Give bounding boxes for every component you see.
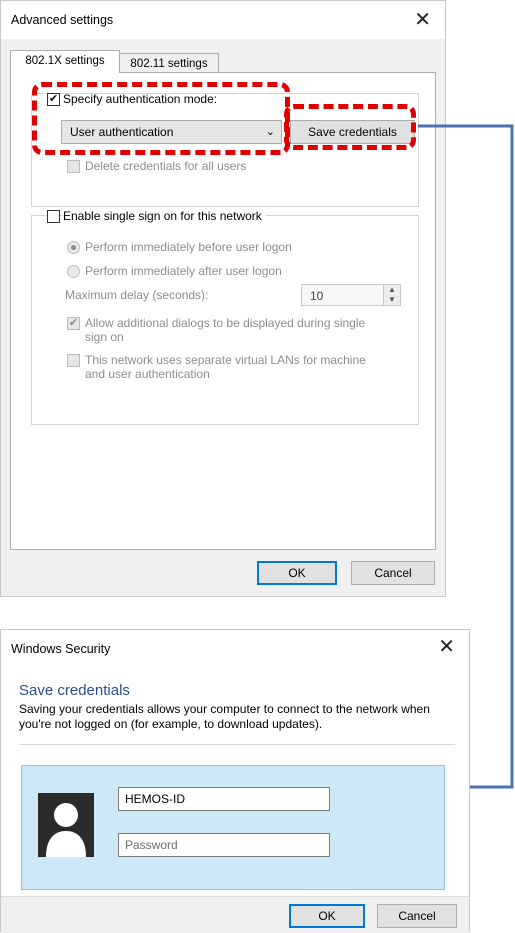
ok-button[interactable]: OK (289, 904, 365, 928)
titlebar: Windows Security ✕ (1, 630, 469, 664)
user-avatar-icon (38, 793, 94, 857)
save-credentials-heading: Save credentials (19, 682, 130, 699)
cancel-label: Cancel (398, 909, 436, 923)
ok-label: OK (318, 909, 336, 923)
password-field[interactable]: Password (118, 833, 330, 857)
close-icon[interactable]: ✕ (438, 634, 455, 659)
password-placeholder: Password (125, 838, 178, 852)
cancel-button[interactable]: Cancel (377, 904, 457, 928)
credentials-panel: HEMOS-ID Password (21, 765, 445, 890)
description-text: Saving your credentials allows your comp… (19, 702, 430, 731)
dialog-title: Windows Security (11, 642, 111, 656)
separator (19, 744, 455, 745)
tab-8021x-settings[interactable]: 802.1X settings (10, 50, 120, 73)
username-field[interactable]: HEMOS-ID (118, 787, 330, 811)
username-value: HEMOS-ID (125, 792, 185, 806)
tab-label: 802.1X settings (25, 55, 105, 67)
windows-security-dialog: Windows Security ✕ Save credentials Savi… (0, 629, 470, 933)
